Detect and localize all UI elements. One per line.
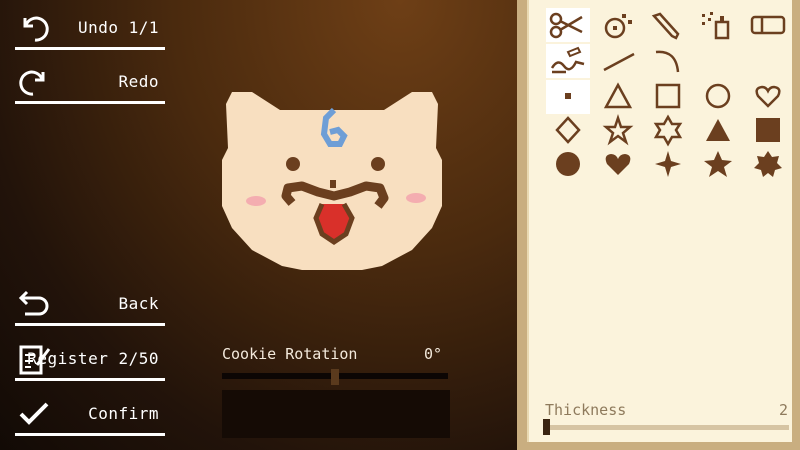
thickness-value: 2	[779, 401, 789, 419]
flower-filled-icon	[754, 151, 782, 177]
right-blush	[406, 193, 426, 203]
star-outline-tool[interactable]	[596, 114, 640, 148]
heart-filled-tool[interactable]	[596, 148, 640, 182]
pencil-tool[interactable]	[646, 8, 690, 42]
pencil-icon	[651, 12, 680, 40]
rotation-preview-panel	[222, 390, 450, 438]
diamond-outline-tool[interactable]	[546, 114, 590, 148]
line-icon	[603, 52, 635, 72]
square-outline-icon	[655, 83, 681, 109]
scissors-tool[interactable]	[546, 8, 590, 42]
circle-filled-icon	[556, 152, 580, 176]
checkmark-icon	[19, 402, 49, 425]
left-eye	[286, 157, 300, 171]
flower-filled-tool[interactable]	[746, 148, 790, 182]
confirm-button[interactable]: Confirm	[15, 390, 165, 436]
left-blush	[246, 196, 266, 206]
triangle-filled-icon	[706, 119, 730, 141]
undo-icon	[23, 16, 49, 42]
freehand-icon	[550, 46, 585, 74]
cookie-canvas[interactable]	[222, 88, 442, 272]
square-filled-icon	[756, 118, 780, 142]
sprinkle-tool[interactable]	[596, 8, 640, 42]
freehand-tool[interactable]	[546, 44, 590, 78]
circle-outline-tool[interactable]	[696, 80, 740, 114]
thickness-label: Thickness	[545, 401, 627, 419]
scissors-icon	[549, 12, 583, 39]
cookie-rotation-handle[interactable]	[331, 369, 339, 385]
cookie-rotation-value: 0°	[424, 345, 443, 363]
curve-icon	[655, 50, 680, 73]
undo-label: Undo 1/1	[77, 18, 159, 37]
circle-filled-tool[interactable]	[546, 148, 590, 182]
back-button[interactable]: Back	[15, 280, 165, 326]
thickness-handle[interactable]	[543, 419, 550, 435]
spray-tool[interactable]	[696, 8, 740, 42]
spray-icon	[702, 12, 730, 40]
star-filled-icon	[704, 151, 732, 177]
diamond-star-filled-icon	[655, 151, 681, 177]
heart-filled-icon	[605, 154, 631, 175]
sprinkle-icon	[604, 14, 632, 39]
triangle-filled-tool[interactable]	[696, 114, 740, 148]
dot-tool[interactable]	[546, 80, 590, 114]
redo-label: Redo	[118, 72, 159, 91]
eraser-tool[interactable]	[746, 8, 790, 42]
square-outline-tool[interactable]	[646, 80, 690, 114]
diamond-star-filled-tool[interactable]	[646, 148, 690, 182]
cookie-rotation-label: Cookie Rotation	[222, 345, 358, 363]
register-label: Register 2/50	[27, 349, 159, 368]
square-filled-tool[interactable]	[746, 114, 790, 148]
undo-button[interactable]: Undo 1/1	[15, 4, 165, 50]
triangle-outline-icon	[603, 82, 633, 109]
star-outline-icon	[602, 114, 634, 146]
star-filled-tool[interactable]	[696, 148, 740, 182]
heart-outline-tool[interactable]	[746, 80, 790, 114]
curve-tool[interactable]	[646, 44, 690, 78]
star-of-david-outline-tool[interactable]	[646, 114, 690, 148]
diamond-outline-icon	[555, 116, 581, 144]
heart-outline-icon	[755, 85, 781, 108]
thickness-slider[interactable]	[545, 425, 789, 430]
line-tool[interactable]	[596, 44, 640, 78]
circle-outline-icon	[705, 83, 731, 109]
eraser-icon	[750, 15, 786, 35]
confirm-label: Confirm	[88, 404, 159, 423]
back-icon	[18, 290, 49, 316]
dot-icon	[565, 93, 571, 99]
redo-icon	[19, 70, 45, 96]
triangle-outline-tool[interactable]	[596, 80, 640, 114]
nose	[330, 180, 336, 188]
register-button[interactable]: Register 2/50	[15, 335, 165, 381]
back-label: Back	[118, 294, 159, 313]
right-eye	[371, 157, 385, 171]
star-of-david-outline-icon	[653, 114, 683, 147]
redo-button[interactable]: Redo	[15, 58, 165, 104]
